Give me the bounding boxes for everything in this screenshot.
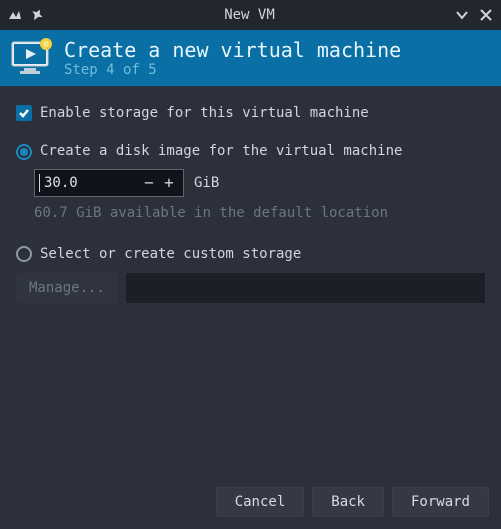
enable-storage-label[interactable]: Enable storage for this virtual machine: [40, 102, 369, 124]
create-image-block: Create a disk image for the virtual mach…: [16, 140, 485, 220]
wizard-body: Enable storage for this virtual machine …: [0, 86, 501, 303]
disk-size-value[interactable]: 30.0: [42, 175, 139, 191]
pin-icon[interactable]: [30, 8, 44, 22]
window-title: New VM: [44, 7, 455, 23]
text-cursor: [39, 174, 40, 192]
header-text: Create a new virtual machine Step 4 of 5: [64, 39, 401, 78]
titlebar-right: [455, 8, 493, 22]
cancel-button[interactable]: Cancel: [216, 487, 305, 517]
custom-storage-path-input: [126, 273, 485, 303]
create-image-label[interactable]: Create a disk image for the virtual mach…: [40, 140, 402, 162]
page-title: Create a new virtual machine: [64, 39, 401, 62]
manage-button: Manage...: [16, 273, 118, 303]
back-button[interactable]: Back: [312, 487, 384, 517]
wizard-header: Create a new virtual machine Step 4 of 5: [0, 30, 501, 86]
vm-icon: [10, 38, 54, 78]
app-menu-icon[interactable]: [8, 8, 22, 22]
titlebar-left: [8, 8, 44, 22]
create-image-radio[interactable]: [16, 144, 32, 160]
forward-button[interactable]: Forward: [392, 487, 489, 517]
size-decrement-button[interactable]: −: [139, 170, 159, 196]
available-hint: 60.7 GiB available in the default locati…: [34, 205, 485, 221]
custom-storage-radio[interactable]: [16, 246, 32, 262]
custom-storage-label[interactable]: Select or create custom storage: [40, 243, 301, 265]
disk-size-unit: GiB: [194, 175, 219, 191]
disk-size-row: 30.0 − + GiB: [34, 169, 485, 197]
minimize-icon[interactable]: [455, 8, 469, 22]
custom-storage-row: Select or create custom storage: [16, 243, 485, 265]
size-increment-button[interactable]: +: [159, 170, 179, 196]
title-bar: New VM: [0, 0, 501, 30]
wizard-footer: Cancel Back Forward: [0, 475, 501, 529]
enable-storage-row: Enable storage for this virtual machine: [16, 102, 485, 124]
disk-size-spinner[interactable]: 30.0 − +: [34, 169, 184, 197]
custom-storage-input-row: Manage...: [16, 273, 485, 303]
create-image-row: Create a disk image for the virtual mach…: [16, 140, 485, 162]
custom-storage-block: Select or create custom storage Manage..…: [16, 243, 485, 303]
enable-storage-checkbox[interactable]: [16, 105, 32, 121]
close-icon[interactable]: [479, 8, 493, 22]
step-label: Step 4 of 5: [64, 62, 401, 78]
